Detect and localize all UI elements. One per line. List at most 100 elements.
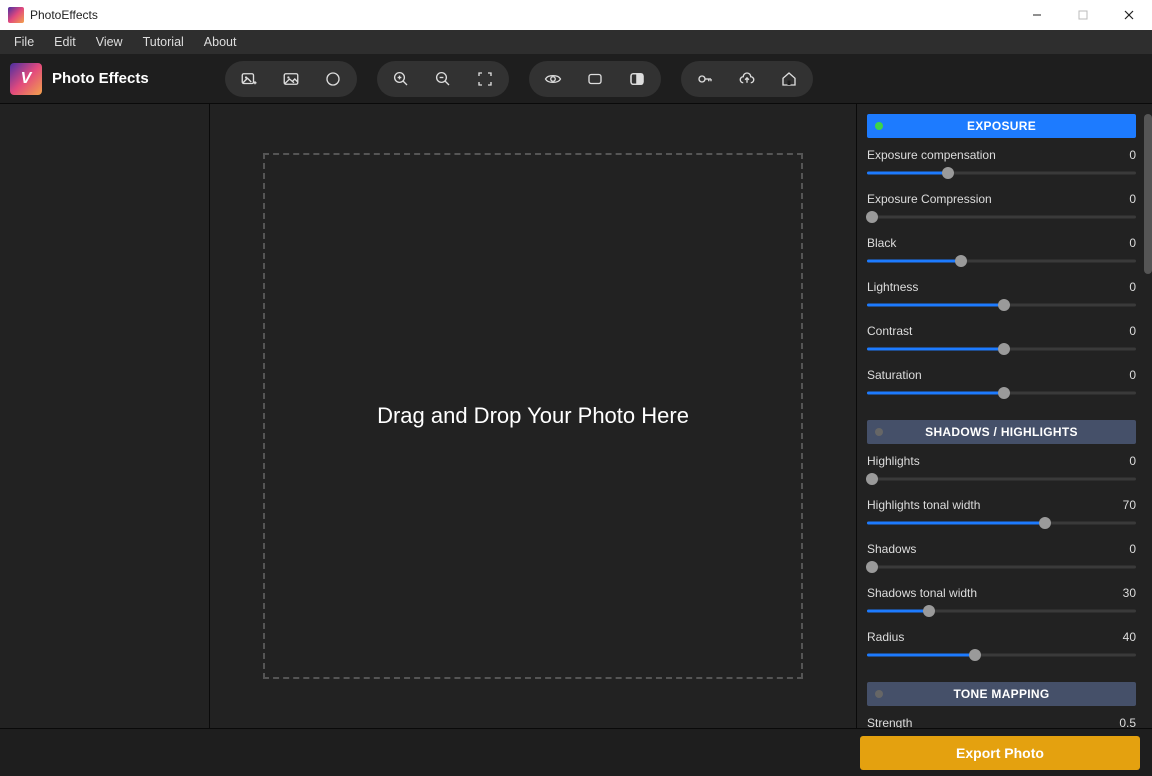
menu-about[interactable]: About: [194, 32, 247, 52]
slider[interactable]: [867, 166, 1136, 180]
slider-row: Exposure Compression0: [867, 192, 1136, 224]
section-title: TONE MAPPING: [953, 687, 1049, 701]
slider-row: Highlights tonal width70: [867, 498, 1136, 530]
slider-value: 0: [1129, 368, 1136, 382]
section-header[interactable]: SHADOWS / HIGHLIGHTS: [867, 420, 1136, 444]
zoom-in-icon: [392, 70, 410, 88]
toolbar-group-zoom: [377, 61, 509, 97]
slider-label: Contrast: [867, 324, 912, 338]
zoom-out-button[interactable]: [425, 65, 461, 93]
section-header[interactable]: EXPOSURE: [867, 114, 1136, 138]
slider-value: 0: [1129, 542, 1136, 556]
image-icon: [282, 70, 300, 88]
section-indicator-icon: [875, 428, 883, 436]
zoom-out-icon: [434, 70, 452, 88]
add-image-button[interactable]: [231, 65, 267, 93]
slider-label: Lightness: [867, 280, 918, 294]
section-indicator-icon: [875, 122, 883, 130]
menu-tutorial[interactable]: Tutorial: [133, 32, 194, 52]
slider-thumb[interactable]: [923, 605, 935, 617]
slider[interactable]: [867, 516, 1136, 530]
slider-thumb[interactable]: [998, 299, 1010, 311]
slider-value: 0: [1129, 280, 1136, 294]
window-titlebar: PhotoEffects: [0, 0, 1152, 30]
zoom-in-button[interactable]: [383, 65, 419, 93]
slider-thumb[interactable]: [866, 473, 878, 485]
slider[interactable]: [867, 386, 1136, 400]
slider[interactable]: [867, 648, 1136, 662]
menu-bar: File Edit View Tutorial About: [0, 30, 1152, 54]
slider-thumb[interactable]: [955, 255, 967, 267]
slider[interactable]: [867, 560, 1136, 574]
dropzone-label: Drag and Drop Your Photo Here: [377, 403, 689, 429]
slider-thumb[interactable]: [998, 387, 1010, 399]
fullscreen-icon: [476, 70, 494, 88]
adjustments-panel: EXPOSURE Exposure compensation 0 Exposure C…: [857, 104, 1144, 728]
app-icon: [8, 7, 24, 23]
slider-thumb[interactable]: [998, 343, 1010, 355]
scrollbar-thumb[interactable]: [1144, 114, 1152, 274]
split-view-button[interactable]: [619, 65, 655, 93]
slider-row: Shadows 0: [867, 542, 1136, 574]
menu-edit[interactable]: Edit: [44, 32, 86, 52]
slider[interactable]: [867, 254, 1136, 268]
photo-dropzone[interactable]: Drag and Drop Your Photo Here: [263, 153, 803, 679]
slider-label: Strength: [867, 716, 912, 728]
maximize-button[interactable]: [1060, 0, 1106, 30]
home-icon: [780, 70, 798, 88]
toolbar-group-file: [225, 61, 357, 97]
slider-thumb[interactable]: [969, 649, 981, 661]
export-button[interactable]: Export Photo: [860, 736, 1140, 770]
slider-label: Highlights: [867, 454, 920, 468]
slider[interactable]: [867, 342, 1136, 356]
slider-row: Highlights 0: [867, 454, 1136, 486]
rectangle-button[interactable]: [577, 65, 613, 93]
right-panel: EXPOSURE Exposure compensation 0 Exposure C…: [856, 104, 1152, 728]
section-header[interactable]: TONE MAPPING: [867, 682, 1136, 706]
right-panel-scrollbar[interactable]: [1144, 108, 1152, 728]
slider[interactable]: [867, 604, 1136, 618]
menu-file[interactable]: File: [4, 32, 44, 52]
slider[interactable]: [867, 298, 1136, 312]
slider[interactable]: [867, 210, 1136, 224]
slider-row: Radius40: [867, 630, 1136, 662]
image-button[interactable]: [273, 65, 309, 93]
slider-row: Contrast0: [867, 324, 1136, 356]
home-button[interactable]: [771, 65, 807, 93]
app-toolbar: Photo Effects: [0, 54, 1152, 104]
slider-value: 0: [1129, 148, 1136, 162]
slider-value: 0: [1129, 454, 1136, 468]
slider-label: Radius: [867, 630, 904, 644]
key-button[interactable]: [687, 65, 723, 93]
section-title: EXPOSURE: [967, 119, 1036, 133]
slider-label: Shadows: [867, 542, 916, 556]
preview-button[interactable]: [535, 65, 571, 93]
brand-name: Photo Effects: [52, 70, 149, 87]
cloud-upload-button[interactable]: [729, 65, 765, 93]
close-button[interactable]: [1106, 0, 1152, 30]
window-controls: [1014, 0, 1152, 30]
bottom-bar: Export Photo: [0, 728, 1152, 776]
circle-button[interactable]: [315, 65, 351, 93]
minimize-button[interactable]: [1014, 0, 1060, 30]
toolbar-group-misc: [681, 61, 813, 97]
split-view-icon: [628, 70, 646, 88]
main-content: Drag and Drop Your Photo Here EXPOSURE Ex…: [0, 104, 1152, 728]
slider[interactable]: [867, 472, 1136, 486]
slider-row: Saturation0: [867, 368, 1136, 400]
slider-row: Strength0.5: [867, 716, 1136, 728]
slider-value: 30: [1123, 586, 1136, 600]
slider-thumb[interactable]: [942, 167, 954, 179]
fullscreen-button[interactable]: [467, 65, 503, 93]
menu-view[interactable]: View: [86, 32, 133, 52]
slider-thumb[interactable]: [866, 211, 878, 223]
slider-label: Shadows tonal width: [867, 586, 977, 600]
slider-thumb[interactable]: [866, 561, 878, 573]
slider-thumb[interactable]: [1039, 517, 1051, 529]
slider-label: Black: [867, 236, 896, 250]
slider-row: Exposure compensation 0: [867, 148, 1136, 180]
brand: Photo Effects: [10, 63, 149, 95]
window-title: PhotoEffects: [30, 8, 98, 22]
slider-label: Exposure compensation: [867, 148, 996, 162]
section-title: SHADOWS / HIGHLIGHTS: [925, 425, 1078, 439]
